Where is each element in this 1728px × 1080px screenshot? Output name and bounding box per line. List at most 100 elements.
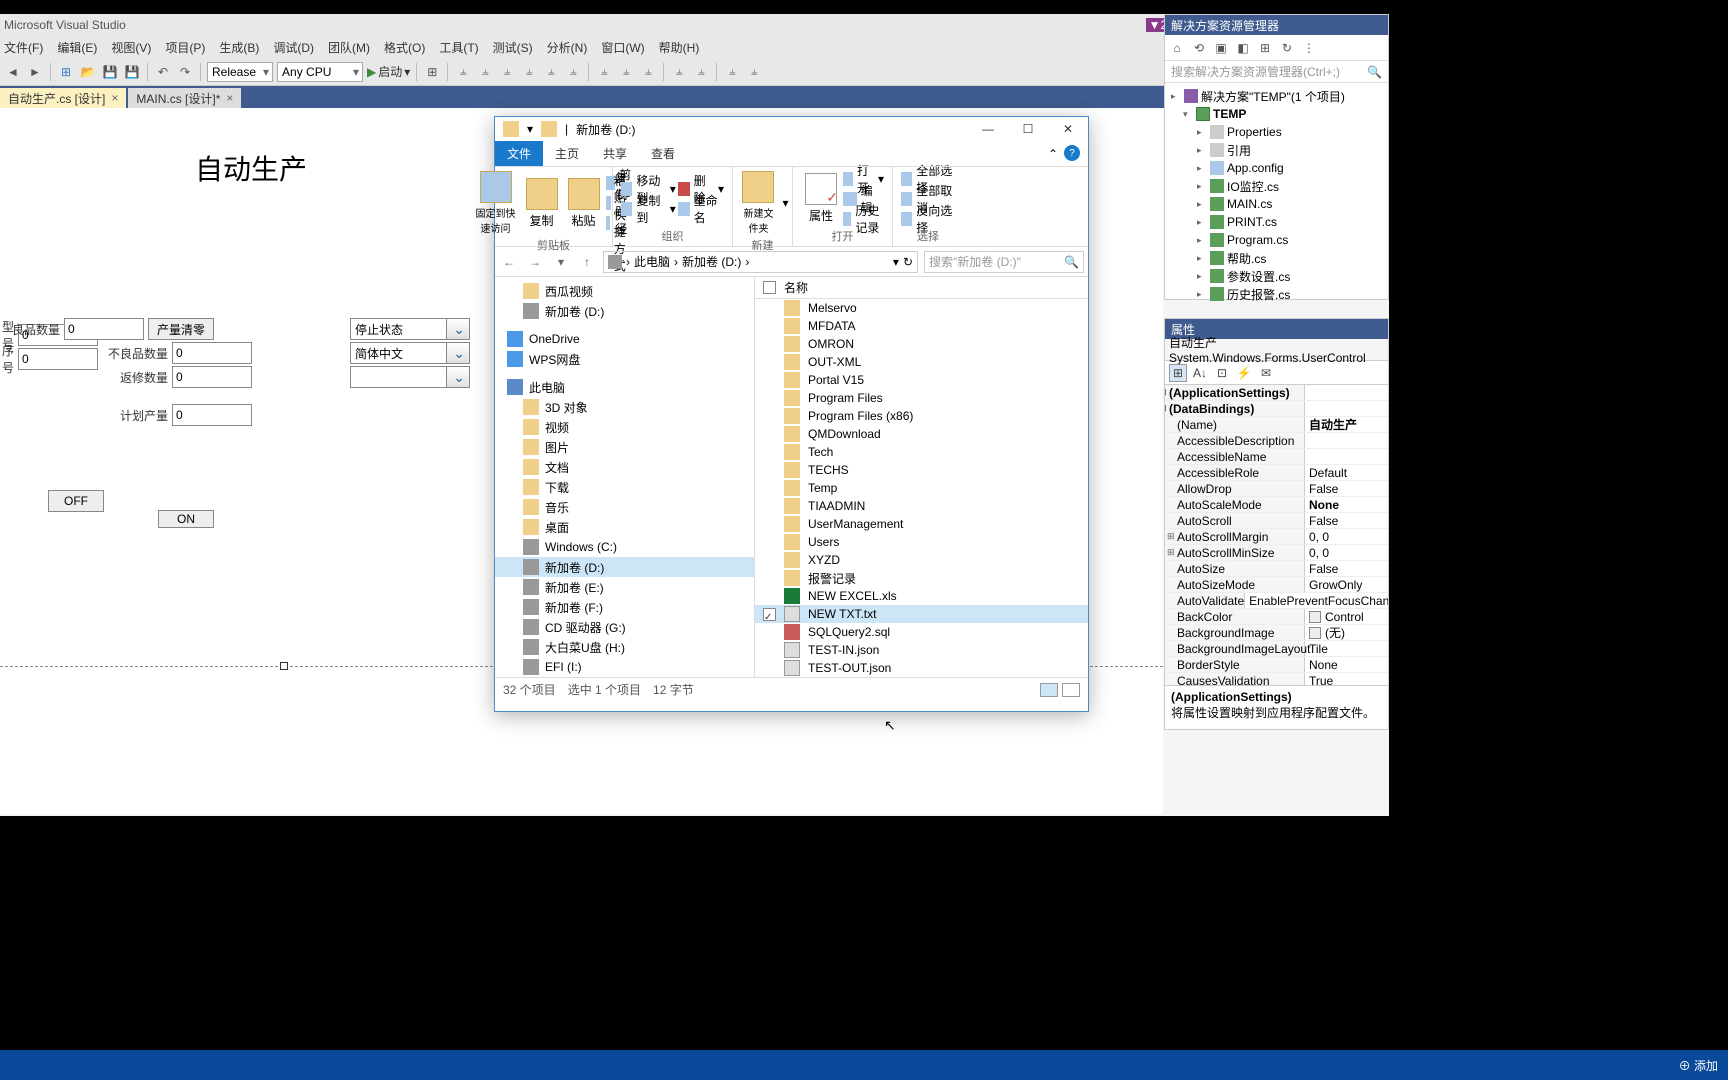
file-item[interactable]: Tech — [755, 443, 1088, 461]
tree-item[interactable]: ▸帮助.cs — [1165, 249, 1388, 267]
align-right-icon[interactable]: ⫨ — [498, 63, 516, 81]
vspace-icon[interactable]: ⫨ — [692, 63, 710, 81]
file-checkbox[interactable] — [763, 608, 776, 621]
menu-item[interactable]: 分析(N) — [547, 39, 588, 56]
nav-item[interactable]: 音乐 — [495, 497, 754, 517]
chevron-right-icon[interactable]: › — [674, 255, 678, 269]
collapse-icon[interactable]: ▣ — [1213, 40, 1229, 56]
close-icon[interactable]: × — [111, 91, 118, 105]
prop-row[interactable]: AutoScaleModeNone — [1165, 497, 1388, 513]
align-left-icon[interactable]: ⫨ — [454, 63, 472, 81]
prop-row[interactable]: BackColorControl — [1165, 609, 1388, 625]
align-bot-icon[interactable]: ⫨ — [564, 63, 582, 81]
tree-item[interactable]: ▸IO监控.cs — [1165, 177, 1388, 195]
maximize-button[interactable]: ☐ — [1008, 117, 1048, 141]
pin-button[interactable]: 固定到快速访问 — [472, 169, 520, 237]
off-button[interactable]: OFF — [48, 490, 104, 512]
copyto-button[interactable]: 复制到 ▾ — [621, 200, 676, 218]
tree-item[interactable]: ▸PRINT.cs — [1165, 213, 1388, 231]
lang-combo[interactable]: 简体中文⌄ — [350, 342, 470, 364]
editor-tab[interactable]: 自动生产.cs [设计]× — [0, 88, 126, 108]
tree-item[interactable]: ▸参数设置.cs — [1165, 267, 1388, 285]
menu-item[interactable]: 帮助(H) — [659, 39, 700, 56]
file-item[interactable]: Program Files — [755, 389, 1088, 407]
help-icon[interactable]: ? — [1064, 145, 1080, 161]
rework-input[interactable] — [172, 366, 252, 388]
size-h-icon[interactable]: ⫨ — [595, 63, 613, 81]
selectall-checkbox[interactable] — [763, 281, 776, 294]
nav-item[interactable]: 3D 对象 — [495, 397, 754, 417]
filelist-header[interactable]: 名称 — [755, 277, 1088, 299]
send-back-icon[interactable]: ⫨ — [745, 63, 763, 81]
size-v-icon[interactable]: ⫨ — [617, 63, 635, 81]
explorer-search[interactable]: 搜索"新加卷 (D:)" 🔍 — [924, 251, 1084, 273]
file-item[interactable]: XYZD — [755, 551, 1088, 569]
status-combo[interactable]: 停止状态⌄ — [350, 318, 470, 340]
props-icon[interactable]: ⊞ — [1257, 40, 1273, 56]
nav-item[interactable]: 文档 — [495, 457, 754, 477]
file-item[interactable]: TIAADMIN — [755, 497, 1088, 515]
chevron-right-icon[interactable]: › — [626, 255, 630, 269]
nav-item[interactable]: EFI (I:) — [495, 657, 754, 677]
prop-row[interactable]: BorderStyleNone — [1165, 657, 1388, 673]
hspace-icon[interactable]: ⫨ — [670, 63, 688, 81]
tab-view[interactable]: 查看 — [639, 141, 687, 166]
tree-item[interactable]: ▸历史报警.cs — [1165, 285, 1388, 301]
prop-row[interactable]: AccessibleRoleDefault — [1165, 465, 1388, 481]
paste-button[interactable]: 粘贴 — [564, 176, 604, 231]
cat-icon[interactable]: ⊞ — [1169, 364, 1187, 382]
prop-row[interactable]: AutoSizeFalse — [1165, 561, 1388, 577]
solution-node[interactable]: ▸解决方案"TEMP"(1 个项目) — [1165, 87, 1388, 105]
forward-button[interactable]: → — [525, 252, 545, 272]
breadcrumb[interactable]: › 此电脑 › 新加卷 (D:) › ▾ ↻ — [603, 251, 918, 273]
prop-icon[interactable]: ⊡ — [1213, 364, 1231, 382]
tab-share[interactable]: 共享 — [591, 141, 639, 166]
home-icon[interactable]: ⌂ — [1169, 40, 1185, 56]
chevron-up-icon[interactable]: ⌃ — [1048, 147, 1058, 161]
nav-item[interactable]: 视频 — [495, 417, 754, 437]
menu-item[interactable]: 测试(S) — [493, 39, 533, 56]
icons-view-icon[interactable] — [1062, 683, 1080, 697]
align-center-icon[interactable]: ⫨ — [476, 63, 494, 81]
menu-item[interactable]: 调试(D) — [273, 39, 314, 56]
file-item[interactable]: OMRON — [755, 335, 1088, 353]
nav-item[interactable]: 大白菜U盘 (H:) — [495, 637, 754, 657]
serial-input[interactable] — [18, 348, 98, 370]
close-icon[interactable]: × — [226, 91, 233, 105]
editor-tab[interactable]: MAIN.cs [设计]*× — [128, 88, 241, 108]
config-combo[interactable]: Release — [207, 62, 273, 82]
name-column[interactable]: 名称 — [784, 279, 808, 296]
prop-row[interactable]: AllowDropFalse — [1165, 481, 1388, 497]
sync-icon[interactable]: ⟲ — [1191, 40, 1207, 56]
refresh-icon[interactable]: ↻ — [903, 255, 913, 269]
az-icon[interactable]: A↓ — [1191, 364, 1209, 382]
bad-input[interactable] — [172, 342, 252, 364]
prop-row[interactable]: AutoValidateEnablePreventFocusChange — [1165, 593, 1388, 609]
reset-button[interactable]: 产量清零 — [148, 318, 214, 340]
nav-item[interactable]: 新加卷 (D:) — [495, 301, 754, 321]
nav-item[interactable]: 下载 — [495, 477, 754, 497]
menu-item[interactable]: 编辑(E) — [57, 39, 97, 56]
prop-row[interactable]: (Name)自动生产 — [1165, 417, 1388, 433]
on-button[interactable]: ON — [158, 510, 214, 528]
explorer-filelist[interactable]: 名称 MelservoMFDATAOMRONOUT-XMLPortal V15P… — [755, 277, 1088, 677]
dropdown-icon[interactable]: ▾ — [893, 255, 899, 269]
msg-icon[interactable]: ✉ — [1257, 364, 1275, 382]
file-item[interactable]: 报警记录 — [755, 569, 1088, 587]
size-both-icon[interactable]: ⫨ — [639, 63, 657, 81]
file-item[interactable]: Users — [755, 533, 1088, 551]
minimize-button[interactable]: — — [968, 117, 1008, 141]
bring-front-icon[interactable]: ⫨ — [723, 63, 741, 81]
file-item[interactable]: MFDATA — [755, 317, 1088, 335]
tree-item[interactable]: ▸App.config — [1165, 159, 1388, 177]
selinv-button[interactable]: 反向选择 — [901, 210, 955, 228]
align-mid-icon[interactable]: ⫨ — [542, 63, 560, 81]
rename-button[interactable]: 重命名 — [678, 200, 724, 218]
selection-handle[interactable] — [280, 662, 288, 670]
nav-item[interactable]: WPS网盘 — [495, 349, 754, 369]
platform-combo[interactable]: Any CPU — [277, 62, 363, 82]
prop-row[interactable]: AccessibleDescription — [1165, 433, 1388, 449]
menu-item[interactable]: 文件(F) — [4, 39, 43, 56]
nav-item[interactable]: 图片 — [495, 437, 754, 457]
file-item[interactable]: TEST-OUT.json — [755, 659, 1088, 677]
